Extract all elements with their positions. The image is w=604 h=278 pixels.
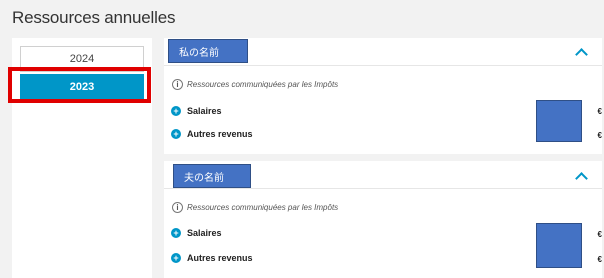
- row-label: Salaires: [187, 106, 222, 116]
- income-row-autres-revenus[interactable]: + Autres revenus: [171, 253, 253, 263]
- info-line: i Ressources communiquées par les Impôts: [172, 79, 338, 90]
- info-line: i Ressources communiquées par les Impôts: [172, 202, 338, 213]
- redacted-amount-block: [536, 100, 582, 142]
- plus-circle-icon[interactable]: +: [171, 253, 181, 263]
- row-label: Autres revenus: [187, 253, 253, 263]
- redacted-amount-block: [536, 223, 582, 268]
- page-title: Ressources annuelles: [12, 8, 176, 27]
- chevron-up-icon[interactable]: [575, 48, 588, 61]
- card-header[interactable]: 私の名前: [164, 38, 602, 66]
- income-row-salaires[interactable]: + Salaires: [171, 106, 222, 116]
- income-row-autres-revenus[interactable]: + Autres revenus: [171, 129, 253, 139]
- resource-card-2: 夫の名前 i Ressources communiquées par les I…: [164, 161, 602, 278]
- currency-symbol: €: [597, 107, 602, 116]
- plus-circle-icon[interactable]: +: [171, 228, 181, 238]
- row-label: Autres revenus: [187, 129, 253, 139]
- plus-circle-icon[interactable]: +: [171, 129, 181, 139]
- currency-symbol: €: [597, 255, 602, 264]
- person-name-label: 夫の名前: [173, 164, 251, 188]
- info-icon: i: [172, 202, 183, 213]
- person-name-label: 私の名前: [168, 39, 248, 63]
- info-text: Ressources communiquées par les Impôts: [187, 203, 339, 212]
- currency-symbol: €: [597, 230, 602, 239]
- currency-symbol: €: [597, 131, 602, 140]
- selection-highlight-frame: [8, 67, 151, 103]
- income-row-salaires[interactable]: + Salaires: [171, 228, 222, 238]
- info-text: Ressources communiquées par les Impôts: [187, 80, 339, 89]
- chevron-up-icon[interactable]: [575, 172, 588, 185]
- info-icon: i: [172, 79, 183, 90]
- plus-circle-icon[interactable]: +: [171, 106, 181, 116]
- resource-card-1: 私の名前 i Ressources communiquées par les I…: [164, 38, 602, 154]
- card-header[interactable]: 夫の名前: [164, 161, 602, 189]
- row-label: Salaires: [187, 228, 222, 238]
